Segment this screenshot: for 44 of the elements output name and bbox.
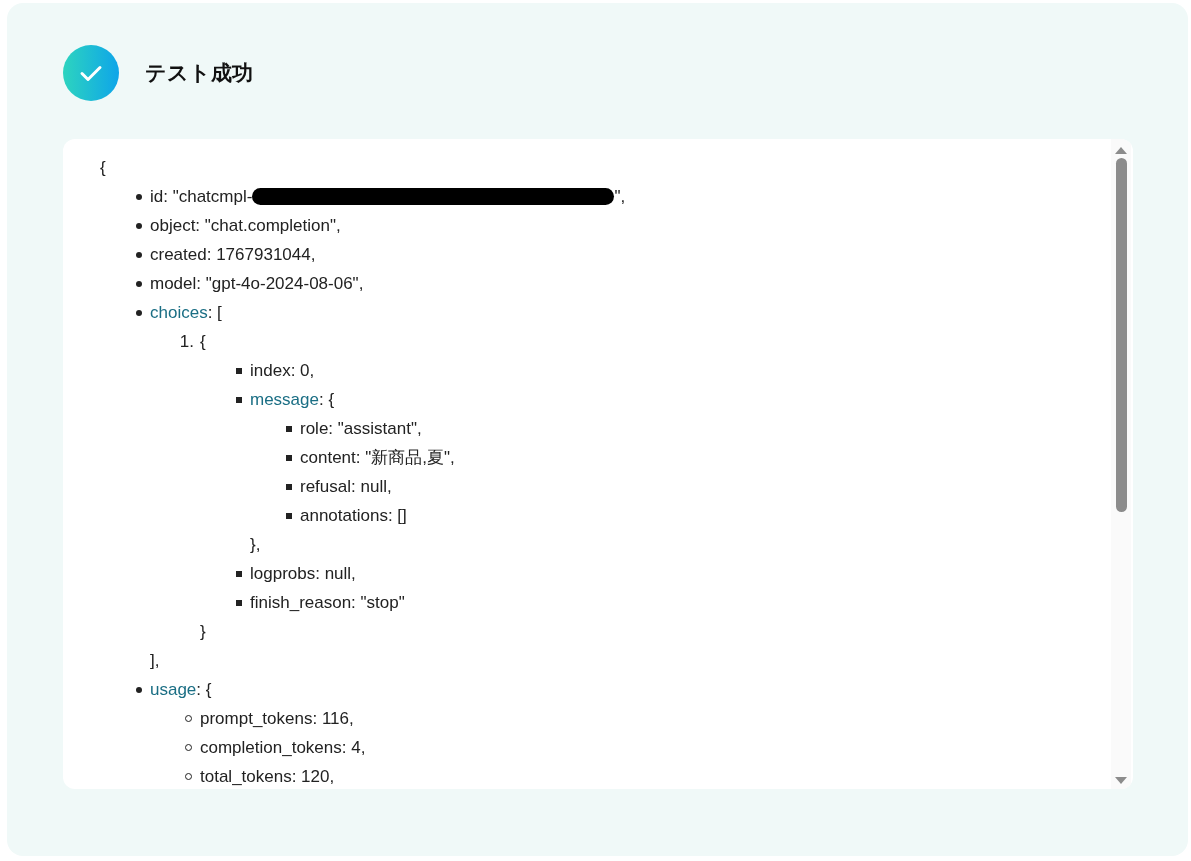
json-text: ",: [614, 186, 626, 208]
bullet-icon: [286, 512, 292, 519]
json-text: created: 1767931044,: [150, 244, 316, 266]
bullet-icon: [136, 280, 142, 287]
json-text: role: "assistant",: [300, 418, 422, 440]
json-text: prompt_tokens: 116,: [200, 708, 354, 730]
json-text: refusal: null,: [300, 476, 392, 498]
bullet-icon: [286, 425, 292, 432]
json-text: choices: [: [150, 302, 222, 324]
json-text: annotations: []: [300, 505, 407, 527]
json-text: model: "gpt-4o-2024-08-06",: [150, 273, 364, 295]
bullet-icon: [136, 309, 142, 316]
bullet-icon: [136, 251, 142, 258]
scrollbar-thumb[interactable]: [1115, 158, 1127, 512]
bullet-icon: [236, 367, 242, 374]
scrollbar[interactable]: [1111, 139, 1131, 789]
bullet-icon: [286, 454, 292, 461]
bullet-icon: [136, 222, 142, 229]
json-text: },: [250, 534, 261, 556]
json-text: }: [200, 621, 206, 643]
check-icon: [63, 45, 119, 101]
json-text: index: 0,: [250, 360, 315, 382]
json-text: ],: [150, 650, 160, 672]
result-title: テスト成功: [145, 60, 253, 86]
bullet-icon: [136, 686, 142, 693]
scroll-down-icon[interactable]: [1115, 777, 1127, 785]
list-number: 1.: [179, 331, 194, 353]
json-text: id: "chatcmpl-: [150, 186, 253, 208]
json-text: logprobs: null,: [250, 563, 356, 585]
json-text: object: "chat.completion",: [150, 215, 341, 237]
json-text: {: [100, 157, 106, 179]
scroll-up-icon[interactable]: [1115, 146, 1127, 154]
json-text: content: "新商品,夏",: [300, 447, 455, 469]
bullet-icon: [286, 483, 292, 490]
bullet-icon: [236, 570, 242, 577]
json-text: {: [200, 331, 206, 353]
json-text: finish_reason: "stop": [250, 592, 405, 614]
bullet-icon: [136, 193, 142, 200]
json-text: total_tokens: 120,: [200, 766, 335, 788]
json-text: usage: {: [150, 679, 212, 701]
json-text: completion_tokens: 4,: [200, 737, 366, 759]
bullet-icon: [236, 396, 242, 403]
json-text: message: {: [250, 389, 335, 411]
bullet-icon: [236, 599, 242, 606]
